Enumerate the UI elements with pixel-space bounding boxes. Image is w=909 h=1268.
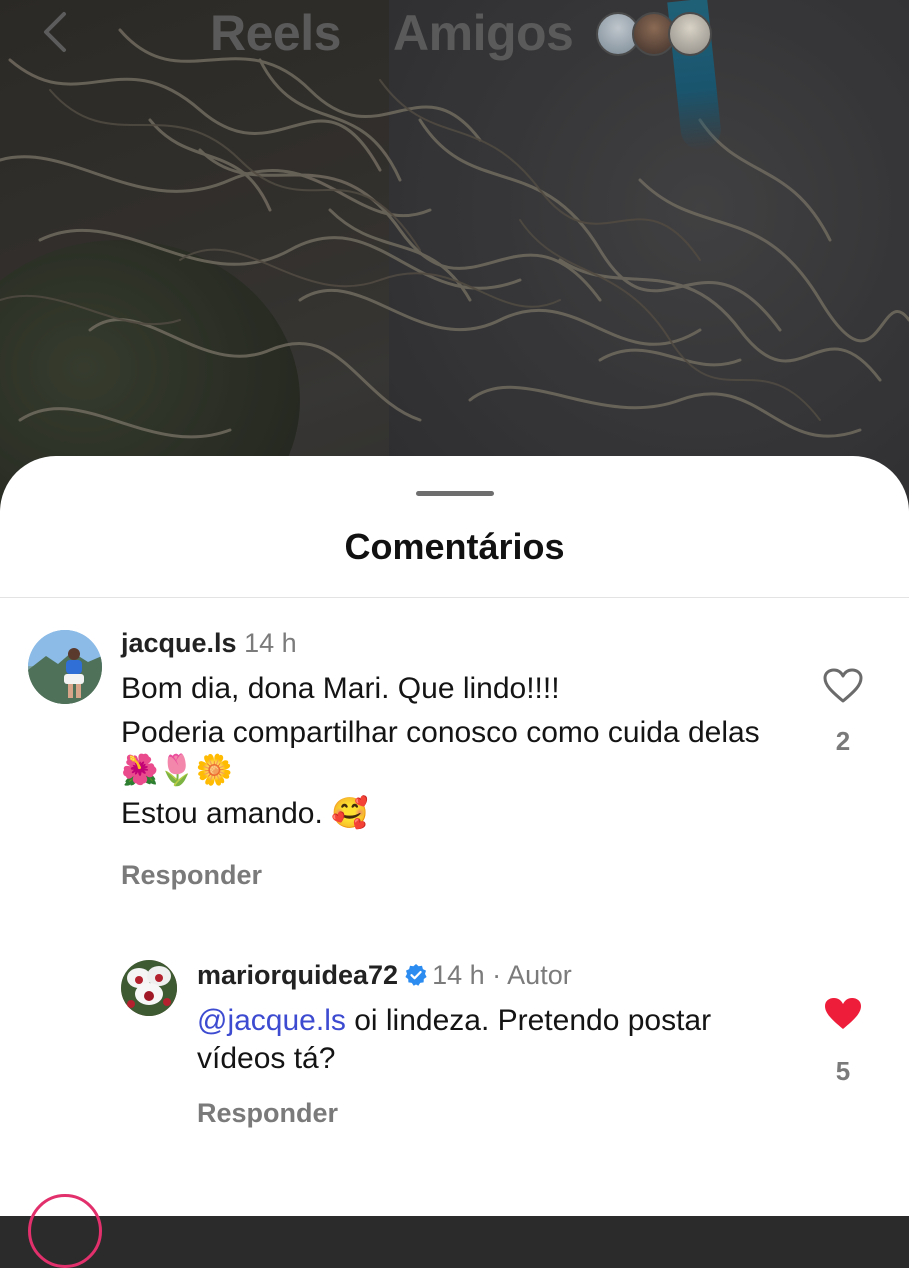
heart-filled-icon	[825, 998, 861, 1029]
avatar[interactable]	[28, 630, 102, 704]
comment-line: Bom dia, dona Mari. Que lindo!!!!	[121, 672, 560, 705]
comment-username[interactable]: mariorquidea72	[197, 960, 398, 990]
comment-time: 14 h	[244, 628, 297, 658]
author-label: Autor	[507, 960, 572, 990]
reply-button[interactable]: Responder	[121, 860, 262, 891]
like-button[interactable]	[823, 668, 863, 704]
top-navigation: Reels Amigos	[0, 0, 909, 70]
comment-username[interactable]: jacque.ls	[121, 628, 237, 658]
friend-avatar	[668, 12, 712, 56]
sheet-title: Comentários	[344, 526, 565, 567]
mention-link[interactable]: @jacque.ls	[197, 1004, 346, 1037]
friends-avatar-stack[interactable]	[596, 12, 712, 56]
comment-line: Estou amando. 🥰	[121, 797, 369, 831]
back-button[interactable]	[34, 8, 78, 56]
next-comment-avatar[interactable]	[28, 1194, 102, 1268]
like-button[interactable]	[823, 996, 863, 1032]
avatar[interactable]	[121, 960, 177, 1016]
orchid-photo-icon	[121, 960, 177, 1016]
like-count: 2	[835, 726, 851, 756]
comment-time: 14 h	[432, 960, 485, 990]
reply-button[interactable]: Responder	[197, 1098, 338, 1129]
profile-photo-icon	[28, 630, 102, 704]
reel-video-background	[0, 0, 909, 520]
comment-line: Poderia compartilhar conosco como cuida …	[121, 715, 760, 787]
verified-badge-icon	[405, 964, 427, 986]
tab-amigos[interactable]: Amigos	[393, 4, 574, 62]
comment-text: Bom dia, dona Mari. Que lindo!!!! Poderi…	[121, 670, 801, 833]
sheet-grabber-handle[interactable]	[416, 491, 494, 496]
chevron-left-icon	[44, 12, 66, 52]
like-count: 5	[835, 1056, 851, 1086]
comment-reply-item: mariorquidea72 14 h · Autor @jacque.ls o…	[0, 956, 909, 1156]
separator-dot: ·	[492, 960, 502, 990]
heart-outline-icon	[823, 668, 863, 703]
comment-text: @jacque.ls oi lindeza. Pretendo postar v…	[197, 1002, 797, 1078]
tab-reels[interactable]: Reels	[210, 4, 341, 62]
divider	[0, 597, 909, 598]
comments-sheet: Comentários jacque.ls 14 h Bom dia, dona…	[0, 456, 909, 1268]
